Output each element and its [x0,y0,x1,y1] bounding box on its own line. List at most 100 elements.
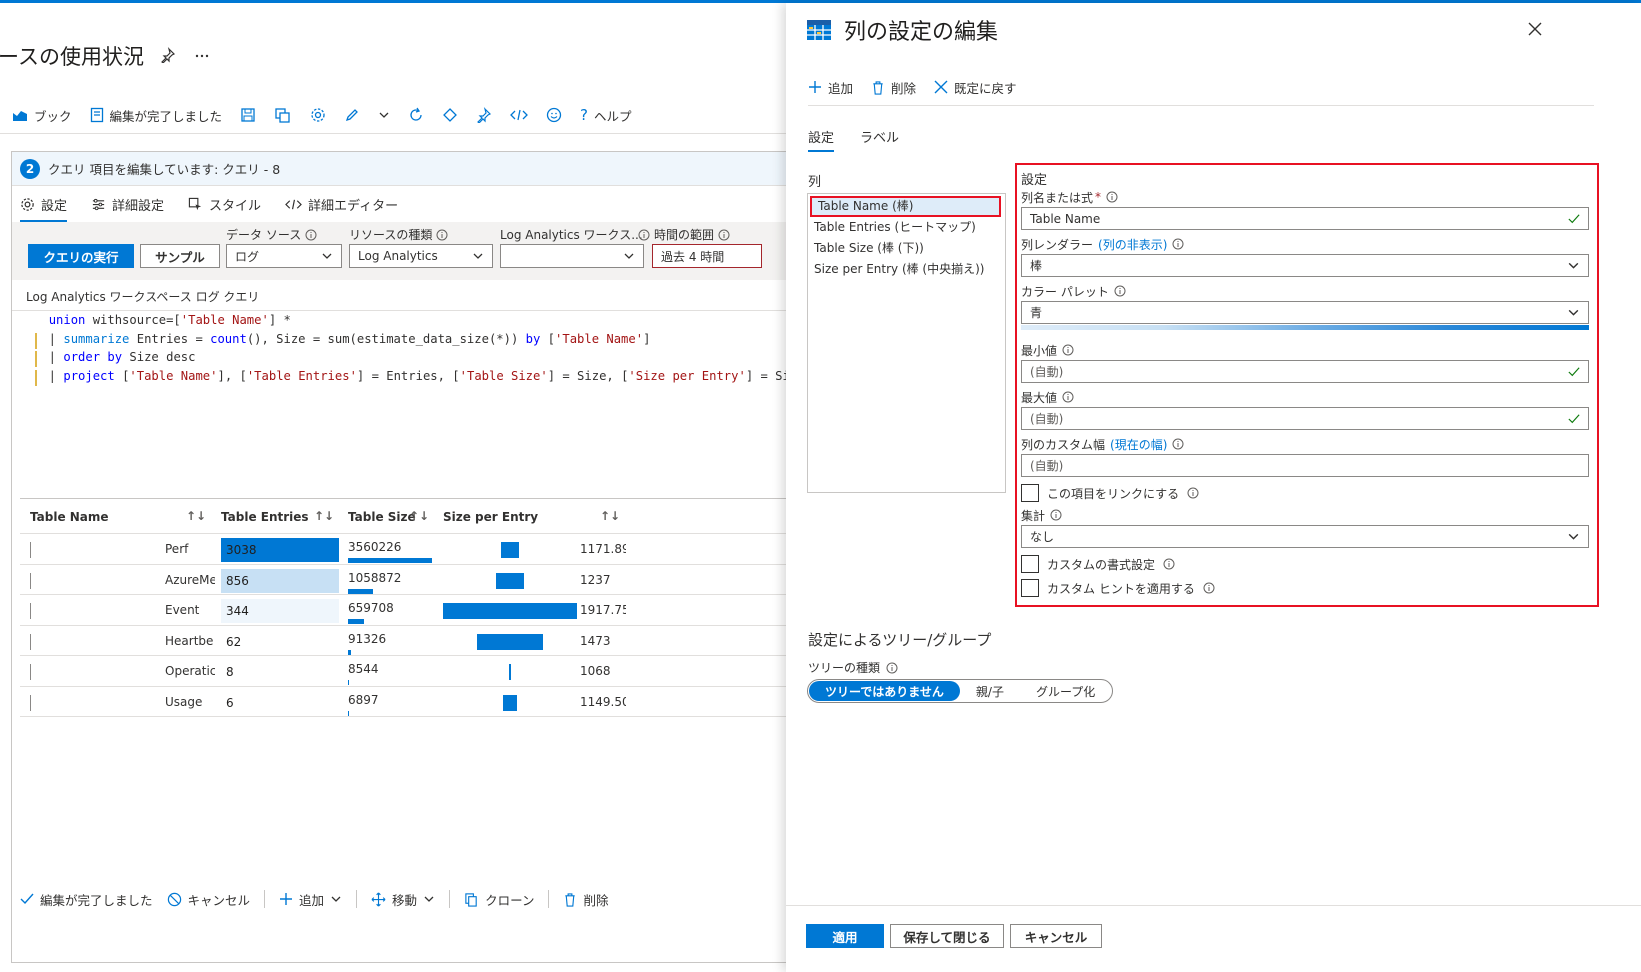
help-button[interactable]: ? ヘルプ [580,106,631,125]
clone-footer-button[interactable]: クローン [464,890,534,909]
workbook-icon [12,107,28,123]
chevron-down-icon [472,250,484,262]
column-settings-form: 設定 列名または式 * Table Name 列レンダラー (列の非表示) 棒 … [1015,163,1599,607]
tree-option-none[interactable]: ツリーではありません [809,681,960,701]
done-editing-footer-button[interactable]: 編集が完了しました [20,890,153,909]
code-icon[interactable] [510,107,528,123]
info-icon [886,662,898,674]
datasource-label: データ ソース [226,226,317,243]
done-editing-button[interactable]: 編集が完了しました [90,106,222,125]
bar-track [30,633,31,650]
cancel-button[interactable]: キャンセル [1010,924,1102,948]
table-row[interactable]: Event 344 659708 1917.75 [20,595,786,626]
run-query-button[interactable]: クエリの実行 [28,244,134,268]
tab-style[interactable]: スタイル [188,190,261,218]
table-row[interactable]: Operatic 8 8544 1068 [20,656,786,687]
sample-button[interactable]: サンプル [140,244,220,268]
save-icon[interactable] [240,107,256,123]
feedback-smile-icon[interactable] [546,107,562,123]
toolbar-divider [808,105,1594,106]
sort-icon[interactable]: ↑↓ [600,509,620,523]
move-footer-button[interactable]: 移動 [371,890,435,909]
cell-table-entries: 3038 [221,538,339,562]
column-header-table-name[interactable]: Table Name [30,510,109,524]
max-value-input[interactable]: (自動) [1021,407,1589,430]
info-icon [1050,509,1062,521]
custom-width-input[interactable]: (自動) [1021,454,1589,477]
tab-advanced-editor[interactable]: 詳細エディター [285,190,398,218]
book-button[interactable]: ブック [12,106,72,125]
workspace-dropdown[interactable] [500,244,644,268]
custom-hint-checkbox[interactable]: カスタム ヒントを適用する [1021,576,1589,600]
checkbox[interactable] [1021,579,1039,597]
checkbox[interactable] [1021,555,1039,573]
gear-icon[interactable] [310,107,326,123]
tab-settings[interactable]: 設定 [20,190,68,222]
query-code-editor[interactable]: union withsource=['Table Name'] * | summ… [12,310,786,500]
tab-settings[interactable]: 設定 [808,127,835,152]
cell-table-name: AzureMe [165,572,215,587]
tree-type-label: ツリーの種類 [808,659,898,676]
save-close-button[interactable]: 保存して閉じる [890,924,1004,948]
close-icon[interactable] [1525,19,1545,39]
aggregate-dropdown[interactable]: なし [1021,525,1589,548]
min-value-input[interactable]: (自動) [1021,360,1589,383]
column-item-table-size[interactable]: Table Size (棒 (下)) [808,238,1005,259]
tree-type-toggle: ツリーではありません 親/子 グループ化 [807,679,1114,703]
tab-labels[interactable]: ラベル [860,127,899,152]
divider [356,890,358,908]
pin-icon[interactable] [476,107,492,123]
column-header-table-entries[interactable]: Table Entries [221,510,309,524]
table-row[interactable]: AzureMe 856 1058872 1237 [20,565,786,595]
edit-pencil-icon[interactable] [344,107,360,123]
reset-default-button[interactable]: 既定に戻す [934,78,1017,97]
save-as-icon[interactable] [274,107,292,123]
add-column-button[interactable]: 追加 [808,78,853,97]
table-row[interactable]: Usage 6 6897 1149.50 [20,687,786,717]
color-palette-dropdown[interactable]: 青 [1021,301,1589,324]
column-item-table-name[interactable]: Table Name (棒) [810,196,1001,217]
workspace-label: Log Analytics ワークス... [500,228,643,242]
column-item-table-entries[interactable]: Table Entries (ヒートマップ) [808,217,1005,238]
sort-icon[interactable]: ↑↓ [186,509,206,523]
table-row[interactable]: Heartbe 62 91326 1473 [20,626,786,656]
sort-icon[interactable]: ↑↓ [314,509,334,523]
chevron-down-icon [623,250,635,262]
add-footer-button[interactable]: 追加 [279,890,342,909]
tree-option-group[interactable]: グループ化 [1020,681,1111,701]
checkbox[interactable] [1021,484,1039,502]
column-header-size-per-entry[interactable]: Size per Entry [443,510,538,524]
datasource-dropdown[interactable]: ログ [226,244,342,268]
title-actions [160,47,210,63]
refresh-icon[interactable] [408,107,424,123]
custom-width-label: 列のカスタム幅 (現在の幅) [1021,434,1589,454]
column-item-size-per-entry[interactable]: Size per Entry (棒 (中央揃え)) [808,259,1005,280]
tree-option-parent-child[interactable]: 親/子 [960,681,1020,701]
column-name-input[interactable]: Table Name [1021,207,1589,230]
info-icon [1062,344,1074,356]
time-range-dropdown[interactable]: 過去 4 時間 [652,244,762,268]
column-header-table-size[interactable]: Table Size [348,510,416,524]
column-renderer-dropdown[interactable]: 棒 [1021,254,1589,277]
hide-column-link[interactable]: (列の非表示) [1098,236,1167,253]
pin-icon[interactable] [160,47,176,63]
chevron-down-icon [321,250,333,262]
delete-footer-button[interactable]: 削除 [563,890,608,909]
custom-format-checkbox[interactable]: カスタムの書式設定 [1021,552,1589,576]
more-icon[interactable] [194,47,210,63]
make-link-checkbox[interactable]: この項目をリンクにする [1021,481,1589,505]
current-width-link[interactable]: (現在の幅) [1110,436,1167,453]
chevron-down-icon[interactable] [378,109,390,121]
toolbar-divider [0,133,786,134]
table-row[interactable]: Perf 3038 3560226 1171.89 [20,534,786,565]
cancel-footer-button[interactable]: キャンセル [167,890,250,909]
emoji-palette-icon[interactable] [442,107,458,123]
edit-footer-toolbar: 編集が完了しました キャンセル 追加 移動 クローン 削除 [20,884,608,914]
panel-title: 列の設定の編集 [806,14,998,46]
delete-column-button[interactable]: 削除 [871,78,916,97]
tab-advanced-settings[interactable]: 詳細設定 [91,190,164,218]
cell-size-per-entry: 1149.50 [580,694,626,709]
sort-icon[interactable]: ↑↓ [409,509,429,523]
apply-button[interactable]: 適用 [806,924,884,948]
resource-type-dropdown[interactable]: Log Analytics [349,244,493,268]
